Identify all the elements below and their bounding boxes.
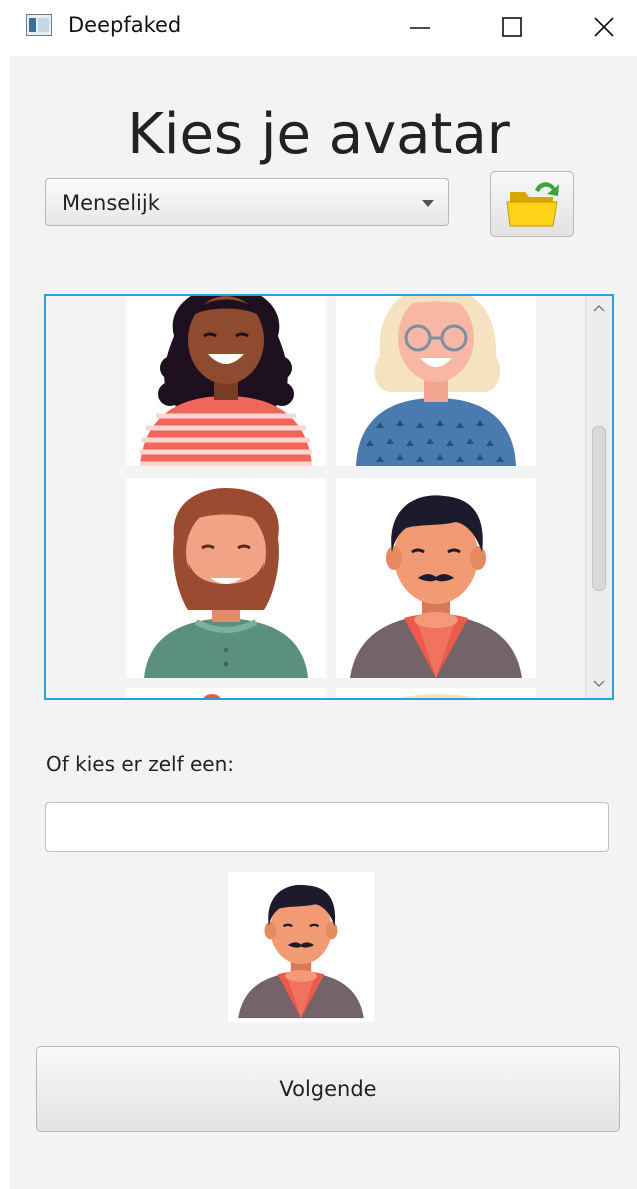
selected-avatar-preview [228, 872, 374, 1022]
avatar-tile[interactable] [336, 296, 536, 466]
avatar-partial-icon [400, 694, 477, 698]
folder-icon [506, 182, 559, 227]
chevron-down-icon[interactable] [593, 680, 605, 688]
man-beard-avatar-icon [144, 488, 308, 678]
chevron-down-icon [422, 200, 434, 207]
avatar-tile-partial [336, 688, 536, 698]
woman-dark-curly-hair-avatar-icon [140, 296, 312, 466]
window-title: Deepfaked [68, 13, 182, 37]
woman-blonde-glasses-avatar-icon [356, 296, 516, 466]
avatar-tile[interactable] [126, 478, 326, 678]
custom-avatar-input[interactable] [45, 802, 609, 852]
avatar-tile-partial [126, 688, 326, 698]
app-icon [26, 14, 52, 36]
gallery-scrollbar[interactable] [585, 296, 612, 698]
man-mustache-avatar-icon [336, 478, 536, 678]
avatar-gallery[interactable] [44, 294, 614, 700]
open-folder-button[interactable] [490, 171, 574, 237]
close-icon[interactable] [582, 8, 626, 46]
chevron-up-icon[interactable] [593, 304, 605, 312]
category-dropdown[interactable]: Menselijk [45, 178, 449, 226]
minimize-icon[interactable] [398, 8, 442, 46]
scrollbar-thumb[interactable] [592, 426, 606, 591]
custom-avatar-label: Of kies er zelf een: [46, 752, 235, 776]
next-button[interactable]: Volgende [36, 1046, 620, 1132]
page-title: Kies je avatar [127, 102, 510, 167]
title-bar: Deepfaked [0, 0, 637, 56]
man-mustache-avatar-icon [228, 872, 374, 1020]
category-dropdown-value: Menselijk [62, 191, 160, 215]
avatar-tile[interactable] [126, 296, 326, 466]
avatar-tile[interactable] [336, 478, 536, 678]
avatar-partial-icon [203, 694, 221, 698]
maximize-icon[interactable] [490, 8, 534, 46]
